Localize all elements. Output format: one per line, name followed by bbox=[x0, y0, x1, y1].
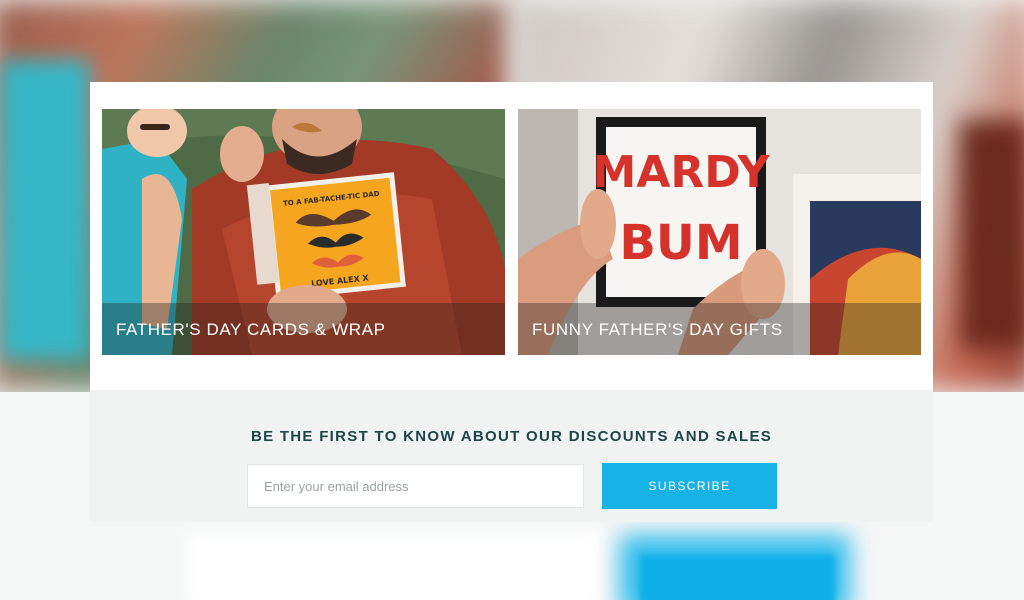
background-button-ghost-core bbox=[640, 555, 835, 600]
background-blur-dark bbox=[960, 120, 1024, 350]
newsletter-title: BE THE FIRST TO KNOW ABOUT OUR DISCOUNTS… bbox=[250, 428, 773, 445]
card-caption-funny-gifts: FUNNY FATHER'S DAY GIFTS bbox=[518, 303, 921, 355]
background-blur-cyan bbox=[0, 60, 90, 360]
category-card-funny-gifts[interactable]: MARDY BUM FUNNY FATHER'S DAY GIFTS bbox=[518, 109, 921, 355]
print-text-line1: MARDY bbox=[593, 147, 771, 198]
card-caption-cards-wrap: FATHER'S DAY CARDS & WRAP bbox=[102, 303, 505, 355]
email-field[interactable] bbox=[247, 464, 584, 508]
print-text-line2: BUM bbox=[619, 215, 742, 271]
category-card-cards-wrap[interactable]: TO A FAB-TACHE-TIC DAD LOVE ALEX X FATHE… bbox=[102, 109, 505, 355]
subscribe-button[interactable]: SUBSCRIBE bbox=[602, 463, 777, 509]
promo-panel: TO A FAB-TACHE-TIC DAD LOVE ALEX X FATHE… bbox=[90, 82, 933, 522]
background-input-ghost-inner bbox=[415, 560, 590, 600]
